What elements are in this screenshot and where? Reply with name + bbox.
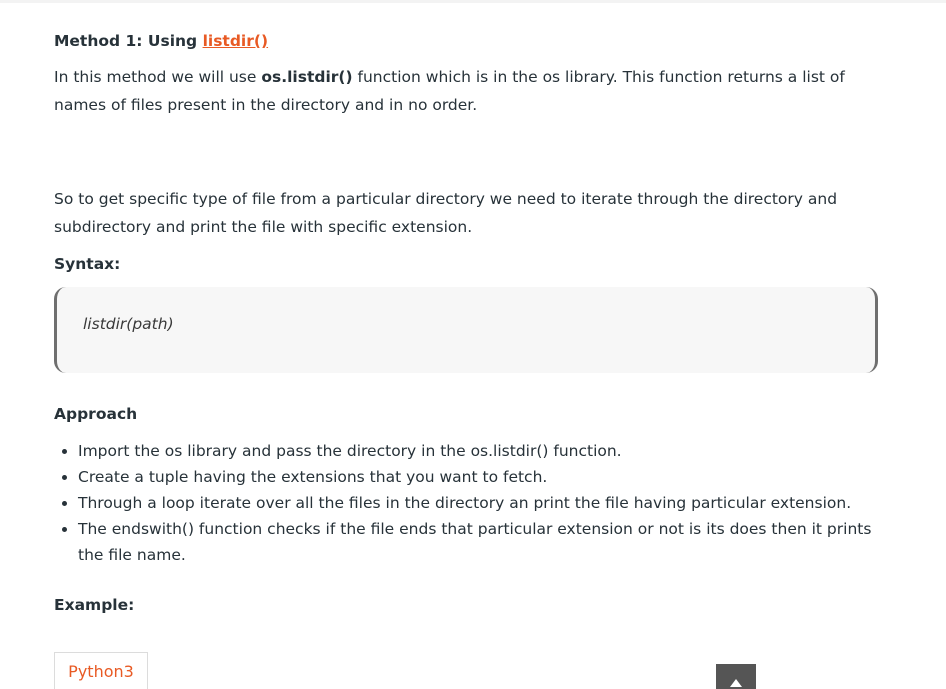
intro-paragraph: In this method we will use os.listdir() … bbox=[54, 63, 884, 119]
list-item: Through a loop iterate over all the file… bbox=[78, 490, 884, 516]
method-heading-text: Method 1: Using bbox=[54, 32, 203, 50]
approach-list: Import the os library and pass the direc… bbox=[54, 438, 884, 568]
syntax-code: listdir(path) bbox=[83, 315, 174, 333]
listdir-link[interactable]: listdir() bbox=[203, 32, 268, 50]
list-item: The endswith() function checks if the fi… bbox=[78, 516, 884, 568]
syntax-code-block: listdir(path) bbox=[54, 287, 878, 373]
list-item: Create a tuple having the extensions tha… bbox=[78, 464, 884, 490]
code-tab-python3[interactable]: Python3 bbox=[54, 652, 148, 689]
article-content: Method 1: Using listdir() In this method… bbox=[54, 28, 884, 642]
scroll-to-top-button[interactable] bbox=[716, 664, 756, 689]
example-heading: Example: bbox=[54, 596, 135, 614]
method-heading: Method 1: Using listdir() bbox=[54, 28, 884, 54]
arrow-up-icon bbox=[730, 679, 742, 687]
intro-bold-function: os.listdir() bbox=[261, 68, 353, 86]
intro-text-1: In this method we will use bbox=[54, 68, 262, 86]
list-item: Import the os library and pass the direc… bbox=[78, 438, 884, 464]
header-divider bbox=[0, 0, 946, 3]
approach-heading: Approach bbox=[54, 405, 138, 423]
iterate-paragraph: So to get specific type of file from a p… bbox=[54, 190, 838, 236]
syntax-heading: Syntax: bbox=[54, 255, 121, 273]
article-page: Method 1: Using listdir() In this method… bbox=[0, 0, 946, 689]
